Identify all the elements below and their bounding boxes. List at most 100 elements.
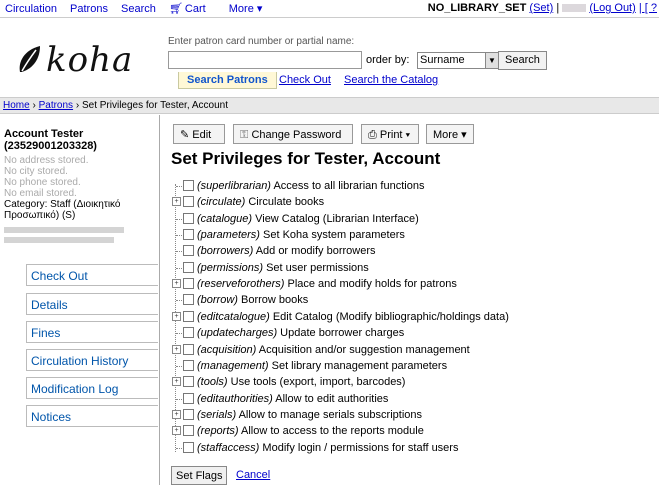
nav-circulation[interactable]: Circulation (5, 3, 57, 15)
permission-checkbox[interactable] (183, 311, 194, 322)
permission-label[interactable]: (reserveforothers) Place and modify hold… (197, 277, 457, 291)
permission-label[interactable]: (borrow) Borrow books (197, 293, 308, 307)
set-library-link[interactable]: (Set) (529, 2, 553, 14)
permission-checkbox[interactable] (183, 442, 194, 453)
tree-branch-line (176, 399, 182, 400)
permission-code: (reports) (197, 425, 239, 437)
tree-branch-line (176, 366, 182, 367)
permission-checkbox[interactable] (183, 344, 194, 355)
cancel-link[interactable]: Cancel (236, 469, 270, 481)
print-button[interactable]: ⎙ Print ▾ (361, 124, 419, 144)
tab-check-out[interactable]: Check Out (279, 74, 331, 86)
permission-checkbox[interactable] (183, 425, 194, 436)
tab-search-catalog[interactable]: Search the Catalog (344, 74, 438, 86)
search-button[interactable]: Search (498, 51, 547, 70)
permission-checkbox[interactable] (183, 196, 194, 207)
permission-label[interactable]: (borrowers) Add or modify borrowers (197, 244, 376, 258)
logout-link[interactable]: (Log Out) (589, 2, 635, 14)
orderby-select[interactable]: Surname ▼ (417, 52, 499, 69)
permission-description: Borrow books (241, 294, 309, 306)
permission-label[interactable]: (updatecharges) Update borrower charges (197, 326, 404, 340)
permission-code: (circulate) (197, 196, 246, 208)
patron-search-input[interactable] (168, 51, 362, 69)
permission-checkbox[interactable] (183, 245, 194, 256)
expand-icon[interactable]: + (172, 345, 181, 354)
permission-checkbox[interactable] (183, 278, 194, 289)
menu-circulation-history[interactable]: Circulation History (26, 349, 158, 371)
permission-code: (tools) (197, 376, 228, 388)
nav-patrons[interactable]: Patrons (70, 3, 108, 15)
permission-label[interactable]: (management) Set library management para… (197, 359, 447, 373)
redacted-line (4, 227, 124, 233)
tab-search-patrons[interactable]: Search Patrons (178, 72, 277, 89)
permission-description: Update borrower charges (280, 327, 405, 339)
permission-checkbox[interactable] (183, 180, 194, 191)
tree-branch-line (176, 333, 182, 334)
orderby-value: Surname (420, 54, 465, 66)
patron-name-block: Account Tester (23529001203328) (4, 128, 97, 152)
permission-code: (superlibrarian) (197, 180, 271, 192)
edit-button[interactable]: ✎ Edit (173, 124, 225, 144)
permission-checkbox[interactable] (183, 229, 194, 240)
nav-cart[interactable]: 🛒︎ Cart (169, 3, 216, 15)
redacted-line (4, 237, 114, 243)
permission-description: Edit Catalog (Modify bibliographic/holdi… (272, 311, 509, 323)
set-flags-button[interactable]: Set Flags (171, 466, 228, 485)
masked-username (562, 4, 587, 13)
menu-fines[interactable]: Fines (26, 321, 158, 343)
expand-icon[interactable]: + (172, 197, 181, 206)
permission-checkbox[interactable] (183, 294, 194, 305)
breadcrumb-patrons[interactable]: Patrons (39, 100, 73, 111)
permission-label[interactable]: (serials) Allow to manage serials subscr… (197, 408, 422, 422)
permission-description: Use tools (export, import, barcodes) (230, 376, 406, 388)
permission-checkbox[interactable] (183, 409, 194, 420)
menu-details[interactable]: Details (26, 293, 158, 315)
expand-icon[interactable]: + (172, 312, 181, 321)
menu-check-out[interactable]: Check Out (26, 264, 158, 286)
patron-phone: No phone stored. (4, 177, 81, 188)
menu-notices[interactable]: Notices (26, 405, 158, 427)
permission-description: Circulate books (248, 196, 325, 208)
permission-checkbox[interactable] (183, 327, 194, 338)
permission-label[interactable]: (catalogue) View Catalog (Librarian Inte… (197, 212, 419, 226)
permission-code: (reserveforothers) (197, 278, 285, 290)
expand-icon[interactable]: + (172, 377, 181, 386)
koha-leaf-icon (19, 46, 40, 72)
permission-label[interactable]: (tools) Use tools (export, import, barco… (197, 375, 405, 389)
permission-code: (editauthorities) (197, 393, 273, 405)
breadcrumb-separator: › (75, 100, 80, 111)
permission-description: Set Koha system parameters (263, 229, 405, 241)
permission-label[interactable]: (parameters) Set Koha system parameters (197, 228, 405, 242)
expand-icon[interactable]: + (172, 279, 181, 288)
permission-checkbox[interactable] (183, 213, 194, 224)
tree-branch-line (176, 300, 182, 301)
more-button[interactable]: More ▾ (426, 124, 474, 144)
permission-checkbox[interactable] (183, 262, 194, 273)
permission-label[interactable]: (staffaccess) Modify login / permissions… (197, 441, 458, 455)
permission-label[interactable]: (editcatalogue) Edit Catalog (Modify bib… (197, 310, 509, 324)
nav-more[interactable]: More ▾ (229, 3, 263, 15)
permission-description: Modify login / permissions for staff use… (262, 442, 459, 454)
permission-label[interactable]: (acquisition) Acquisition and/or suggest… (197, 343, 470, 357)
permission-code: (catalogue) (197, 213, 253, 225)
permission-code: (borrow) (197, 294, 238, 306)
expand-icon[interactable]: + (172, 426, 181, 435)
permission-label[interactable]: (permissions) Set user permissions (197, 261, 369, 275)
permission-label[interactable]: (superlibrarian) Access to all librarian… (197, 179, 424, 193)
edit-icon: ✎ (180, 129, 190, 141)
menu-modification-log[interactable]: Modification Log (26, 377, 158, 399)
help-link[interactable]: | [ ? (639, 2, 657, 14)
patron-contact-info: No address stored. No city stored. No ph… (4, 155, 89, 199)
permission-checkbox[interactable] (183, 360, 194, 371)
nav-search[interactable]: Search (121, 3, 156, 15)
login-separator: | (556, 2, 560, 14)
change-password-button[interactable]: ⚿ Change Password (233, 124, 353, 144)
permission-checkbox[interactable] (183, 393, 194, 404)
permission-label[interactable]: (reports) Allow to access to the reports… (197, 424, 424, 438)
permission-checkbox[interactable] (183, 376, 194, 387)
permission-code: (staffaccess) (197, 442, 260, 454)
expand-icon[interactable]: + (172, 410, 181, 419)
permission-label[interactable]: (editauthorities) Allow to edit authorit… (197, 392, 388, 406)
permission-label[interactable]: (circulate) Circulate books (197, 195, 324, 209)
breadcrumb-home[interactable]: Home (3, 100, 30, 111)
